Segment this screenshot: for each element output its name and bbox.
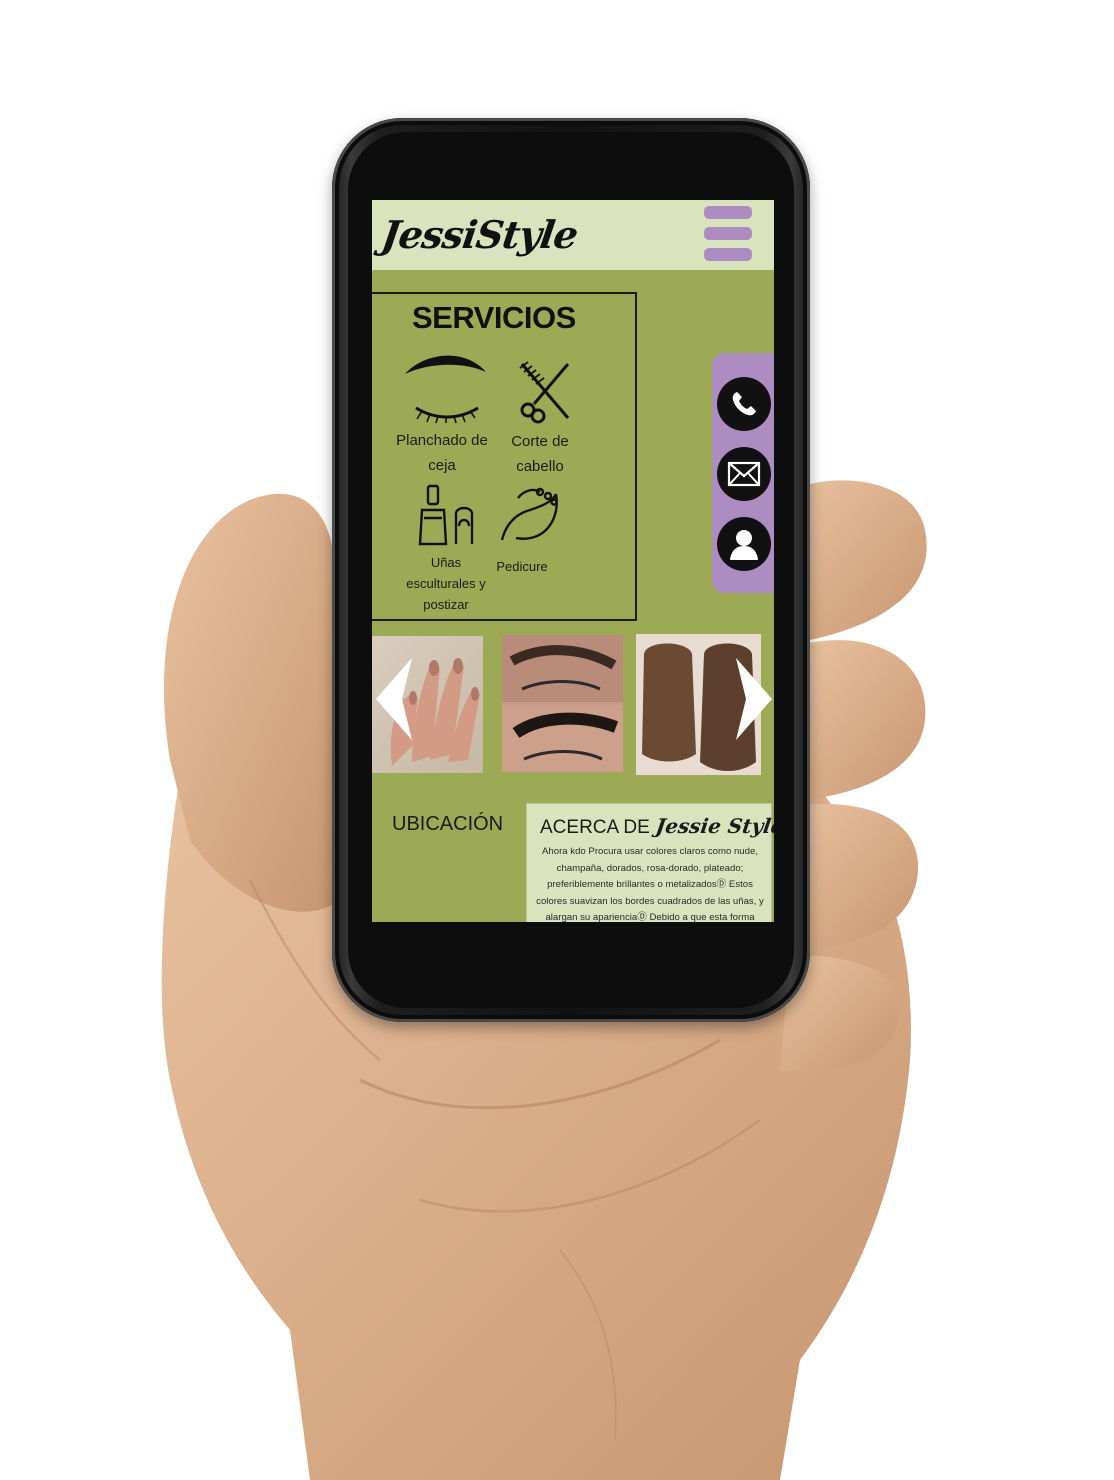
hamburger-menu-icon[interactable] (704, 206, 752, 262)
service-label-haircut: Corte de cabello (494, 429, 586, 479)
service-label-line: esculturales y (406, 576, 486, 591)
user-icon[interactable] (717, 517, 771, 571)
header-bar: JessiStyle (372, 200, 774, 270)
about-title-text: ACERCA DE (540, 817, 650, 838)
chevron-right-icon[interactable] (734, 658, 772, 740)
chevron-left-icon[interactable] (376, 658, 414, 740)
service-label-pedicure: Pedicure (490, 556, 554, 577)
about-title: ACERCA DE Jessie Style (540, 814, 774, 839)
nail-polish-icon (418, 484, 474, 546)
about-text: Ahora kdo Procura usar colores claros co… (536, 846, 764, 922)
location-title[interactable]: UBICACIÓN (392, 813, 503, 836)
services-title: SERVICIOS (412, 300, 576, 335)
scissors-comb-icon (519, 361, 570, 424)
service-label-line: postizar (423, 597, 469, 612)
contact-sidebar (712, 353, 774, 593)
service-label-line: ceja (428, 457, 456, 474)
service-label-line: Corte de (511, 433, 569, 450)
service-label-line: Uñas (430, 555, 462, 570)
phone-icon[interactable] (717, 377, 771, 431)
service-label-line: Planchado de (396, 432, 488, 449)
service-label-eyebrow: Planchado de ceja (392, 428, 492, 478)
about-panel: ACERCA DE Jessie Style Ahora kdo Procura … (526, 803, 774, 922)
foot-icon (500, 487, 558, 541)
eyebrows-before-after-photo[interactable] (502, 635, 623, 772)
phone-screen: JessiStyle SERVICIOS Planchado de ceja C… (372, 200, 774, 922)
service-label-line: cabello (516, 458, 564, 475)
service-label-line: Pedicure (496, 559, 548, 574)
mail-icon[interactable] (717, 447, 771, 501)
service-label-nails: Uñas esculturales y postizar (400, 552, 492, 615)
about-brand: Jessie Style (654, 814, 774, 838)
eyebrow-icon (405, 355, 486, 424)
site-logo[interactable]: JessiStyle (379, 212, 580, 257)
